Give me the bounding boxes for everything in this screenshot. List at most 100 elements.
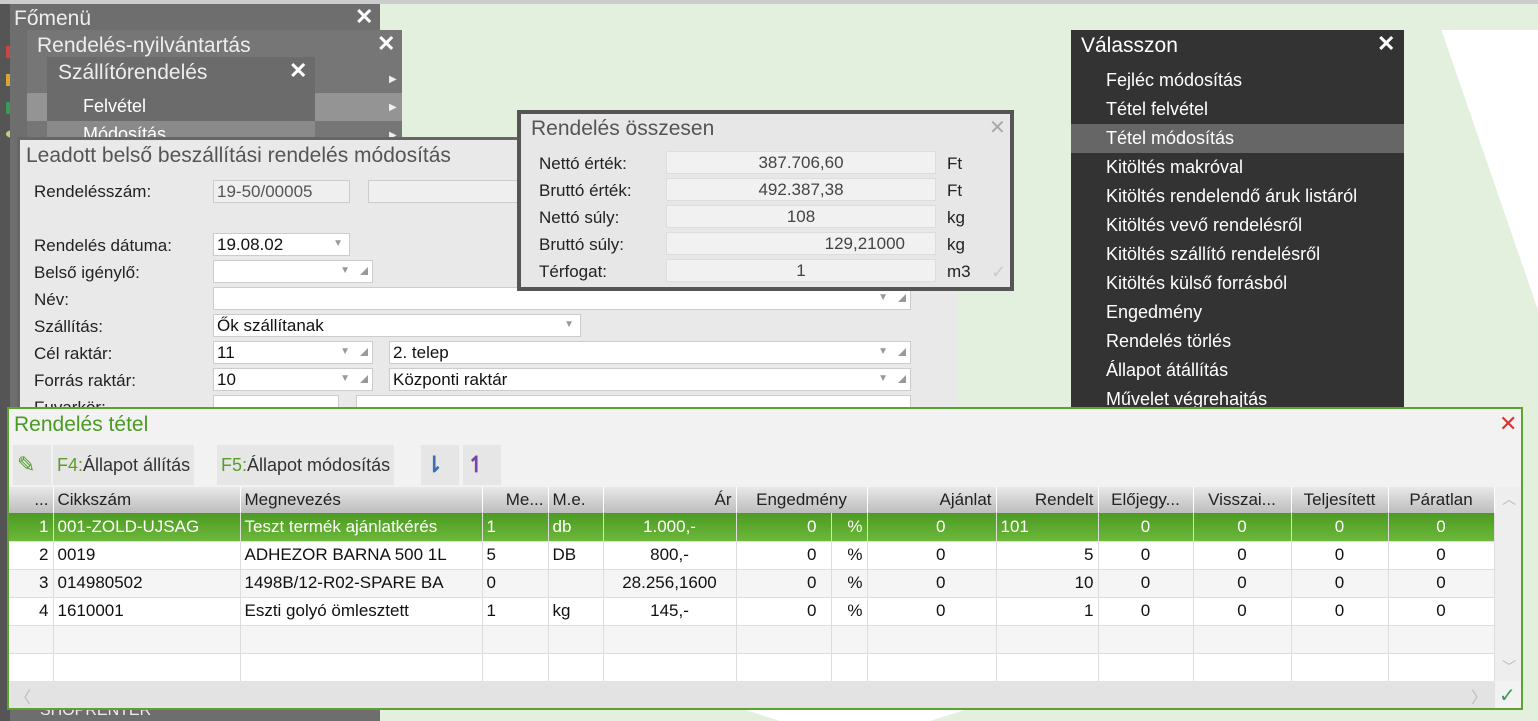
menu-item-modositas-row[interactable]: Módosítás xyxy=(47,121,315,137)
f4-key: F4: xyxy=(57,455,84,475)
table-cell: 0 xyxy=(1388,597,1495,626)
close-icon[interactable]: ✕ xyxy=(1499,411,1517,437)
column-header[interactable]: Visszai... xyxy=(1193,487,1292,513)
table-cell: 0 xyxy=(1388,541,1495,570)
close-icon[interactable]: ✕ xyxy=(289,58,307,84)
close-icon[interactable]: ✕ xyxy=(355,4,373,30)
column-header[interactable]: Engedmény xyxy=(736,487,868,513)
column-header[interactable]: Ajánlat xyxy=(867,487,997,513)
table-cell xyxy=(548,625,604,654)
dropdown-icon[interactable]: ▼ xyxy=(333,238,343,249)
gross-weight-label: Bruttó súly: xyxy=(539,235,625,254)
column-header[interactable]: Páratlan xyxy=(1388,487,1495,513)
source-warehouse-label: Forrás raktár: xyxy=(34,371,137,390)
target-warehouse-label: Cél raktár: xyxy=(34,344,113,363)
move-up-icon[interactable]: ↿ xyxy=(463,445,501,485)
column-header[interactable]: Megnevezés xyxy=(240,487,483,513)
dropdown-icon[interactable]: ▼ xyxy=(878,373,888,384)
target-name-field[interactable]: 2. telep ▼ xyxy=(389,341,911,364)
date-value: 19.08.02 xyxy=(217,235,284,254)
shipping-label: Szállítás: xyxy=(34,317,103,336)
check-icon[interactable]: ✓ xyxy=(991,262,1006,283)
column-header[interactable]: Teljesített xyxy=(1291,487,1389,513)
empty-row[interactable] xyxy=(9,625,1495,654)
column-header[interactable]: Cikkszám xyxy=(53,487,241,513)
f4-status-set-button[interactable]: F4:Állapot állítás xyxy=(53,445,195,485)
table-cell: 3 xyxy=(9,569,54,598)
table-cell xyxy=(1388,653,1495,682)
order-no-extra-field[interactable] xyxy=(368,180,528,203)
dropdown-icon[interactable]: ▼ xyxy=(340,346,350,357)
menu-item-modositas[interactable]: Módosítás xyxy=(83,124,166,137)
dropdown-icon[interactable]: ▼ xyxy=(878,346,888,357)
gross-weight-unit: kg xyxy=(947,235,965,254)
table-cell xyxy=(736,625,832,654)
menu-item[interactable]: Tétel módosítás xyxy=(1071,124,1404,153)
move-down-icon[interactable]: ⇂ xyxy=(421,445,459,485)
net-weight: 108 xyxy=(666,205,936,228)
column-header[interactable]: ... xyxy=(9,487,54,513)
table-row[interactable]: 1 001-ZOLD-UJSAG Teszt termék ajánlatkérés… xyxy=(9,513,1495,542)
confirm-check-icon[interactable]: ✓ xyxy=(1499,683,1516,708)
table-cell: 0 xyxy=(1193,513,1292,542)
dropdown-icon[interactable]: ▼ xyxy=(340,373,350,384)
menu-item[interactable]: Kitöltés makróval xyxy=(1071,153,1404,182)
f5-label: Állapot módosítás xyxy=(247,455,391,475)
table-row[interactable]: 2 0019 ADHEZOR BARNA 500 1L 5 DB 800,- 0% 0 5 0 0 0… xyxy=(9,541,1495,570)
menu-item[interactable]: Állapot átállítás xyxy=(1071,356,1404,385)
source-code-value: 10 xyxy=(217,370,236,389)
column-header[interactable]: Rendelt xyxy=(996,487,1099,513)
table-cell: % xyxy=(831,569,868,598)
menu-item[interactable]: Kitöltés szállító rendelésről xyxy=(1071,240,1404,269)
close-icon[interactable]: ✕ xyxy=(989,115,1006,140)
menu-item[interactable]: Engedmény xyxy=(1071,298,1404,327)
menu-item[interactable]: Kitöltés vevő rendelésről xyxy=(1071,211,1404,240)
table-cell: % xyxy=(831,597,868,626)
vertical-scrollbar[interactable]: ︿ ﹀ xyxy=(1495,487,1521,681)
scroll-right-icon[interactable]: 〉 xyxy=(1471,684,1487,708)
close-icon[interactable]: ✕ xyxy=(377,31,395,57)
scroll-left-icon[interactable]: 〈 xyxy=(15,684,31,708)
close-icon[interactable]: ✕ xyxy=(1377,31,1395,57)
column-header[interactable]: M.e. xyxy=(548,487,604,513)
empty-row[interactable] xyxy=(9,653,1495,682)
volume-unit: m3 xyxy=(947,262,971,281)
dropdown-icon[interactable]: ▼ xyxy=(340,265,350,276)
dropdown-icon[interactable]: ▼ xyxy=(564,319,574,330)
table-cell: 0 xyxy=(1193,597,1292,626)
dropdown-icon[interactable]: ▼ xyxy=(878,292,888,303)
scroll-down-icon[interactable]: ﹀ xyxy=(1502,657,1516,677)
menu-item[interactable]: Rendelés törlés xyxy=(1071,327,1404,356)
table-cell xyxy=(548,653,604,682)
menu-item[interactable]: Kitöltés rendelendő áruk listáról xyxy=(1071,182,1404,211)
table-cell xyxy=(867,625,997,654)
order-no-field[interactable]: 19-50/00005 xyxy=(213,180,350,203)
requester-field[interactable]: ▼ xyxy=(213,260,373,283)
horizontal-scrollbar[interactable]: 〈 〉 xyxy=(9,681,1495,708)
source-name-field[interactable]: Központi raktár ▼ xyxy=(389,368,911,391)
column-header[interactable]: Ár xyxy=(603,487,737,513)
table-cell xyxy=(831,625,868,654)
target-code-field[interactable]: 11 ▼ xyxy=(213,341,373,364)
table-row[interactable]: 3 014980502 1498B/12-R02-SPARE BA 0 28.256,1… xyxy=(9,569,1495,598)
table-row[interactable]: 4 1610001 Eszti golyó ömlesztett 1 kg 145,- 0%… xyxy=(9,597,1495,626)
f5-status-modify-button[interactable]: F5:Állapot módosítás xyxy=(217,445,395,485)
target-name-value: 2. telep xyxy=(393,343,449,362)
shipping-select[interactable]: Ők szállítanak ▼ xyxy=(213,314,581,337)
menu-item-felvetel[interactable]: Felvétel xyxy=(83,96,146,117)
gross-value-unit: Ft xyxy=(947,181,963,200)
menu-item[interactable]: Kitöltés külső forrásból xyxy=(1071,269,1404,298)
table-cell xyxy=(1193,625,1292,654)
scroll-up-icon[interactable]: ︿ xyxy=(1502,489,1516,509)
column-header[interactable]: Me... xyxy=(482,487,549,513)
table-cell xyxy=(867,653,997,682)
items-table: ... Cikkszám Megnevezés Me... M.e. Ár Engedmén… xyxy=(9,487,1495,682)
source-code-field[interactable]: 10 ▼ xyxy=(213,368,373,391)
column-header[interactable]: Előjegy... xyxy=(1098,487,1194,513)
edit-pencil-icon[interactable]: ✎ xyxy=(13,445,51,485)
date-field[interactable]: 19.08.02 ▼ xyxy=(213,233,350,256)
table-cell xyxy=(736,653,832,682)
table-cell: 2 xyxy=(9,541,54,570)
menu-item[interactable]: Fejléc módosítás xyxy=(1071,66,1404,95)
menu-item[interactable]: Tétel felvétel xyxy=(1071,95,1404,124)
